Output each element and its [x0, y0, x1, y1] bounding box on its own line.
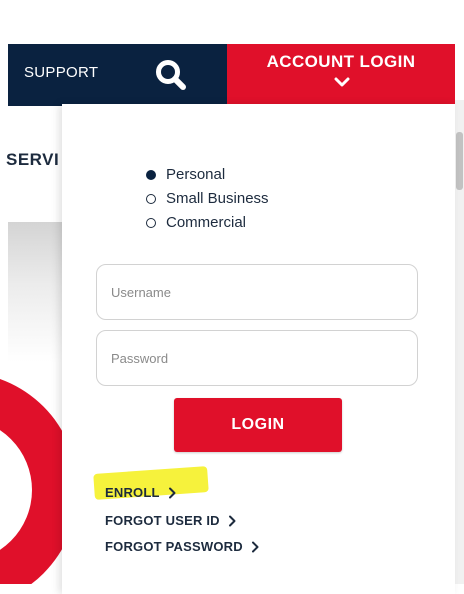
scrollbar-thumb[interactable]: [456, 132, 463, 190]
nav-support-link[interactable]: SUPPORT: [24, 64, 98, 81]
account-type-label: Personal: [166, 166, 226, 183]
password-field[interactable]: [96, 330, 418, 386]
brand-circle-graphic: [0, 379, 70, 584]
radio-small-business[interactable]: [146, 193, 156, 204]
password-input[interactable]: [111, 331, 401, 385]
account-type-label: Commercial: [166, 214, 247, 231]
username-field[interactable]: [96, 264, 418, 320]
enroll-link[interactable]: ENROLL: [105, 485, 176, 500]
chevron-down-icon: [334, 77, 350, 87]
account-type-personal[interactable]: Personal: [146, 166, 225, 183]
account-login-tab[interactable]: ACCOUNT LOGIN: [227, 44, 455, 106]
forgot-password-link[interactable]: FORGOT PASSWORD: [105, 539, 259, 554]
services-heading: SERVI: [6, 150, 60, 169]
forgot-password-label: FORGOT PASSWORD: [105, 539, 243, 554]
forgot-user-id-label: FORGOT USER ID: [105, 513, 220, 528]
hero-banner: [8, 222, 70, 362]
chevron-right-icon: [168, 487, 176, 498]
search-icon[interactable]: [154, 58, 188, 92]
radio-commercial[interactable]: [146, 217, 156, 228]
top-strip: [0, 0, 464, 44]
login-dropdown-panel: Personal Small Business Commercial LOGIN…: [62, 104, 455, 594]
enroll-link-label: ENROLL: [105, 485, 160, 500]
chevron-right-icon: [228, 515, 236, 526]
page-scrollbar[interactable]: [455, 100, 464, 584]
chevron-right-icon: [251, 541, 259, 552]
forgot-user-id-link[interactable]: FORGOT USER ID: [105, 513, 236, 528]
top-navbar: SUPPORT: [8, 44, 227, 106]
login-button[interactable]: LOGIN: [174, 398, 342, 452]
username-input[interactable]: [111, 265, 401, 319]
account-login-label: ACCOUNT LOGIN: [266, 52, 416, 71]
account-type-label: Small Business: [166, 190, 269, 207]
account-type-small-business[interactable]: Small Business: [146, 190, 269, 207]
account-type-commercial[interactable]: Commercial: [146, 214, 246, 231]
radio-personal[interactable]: [146, 169, 156, 180]
